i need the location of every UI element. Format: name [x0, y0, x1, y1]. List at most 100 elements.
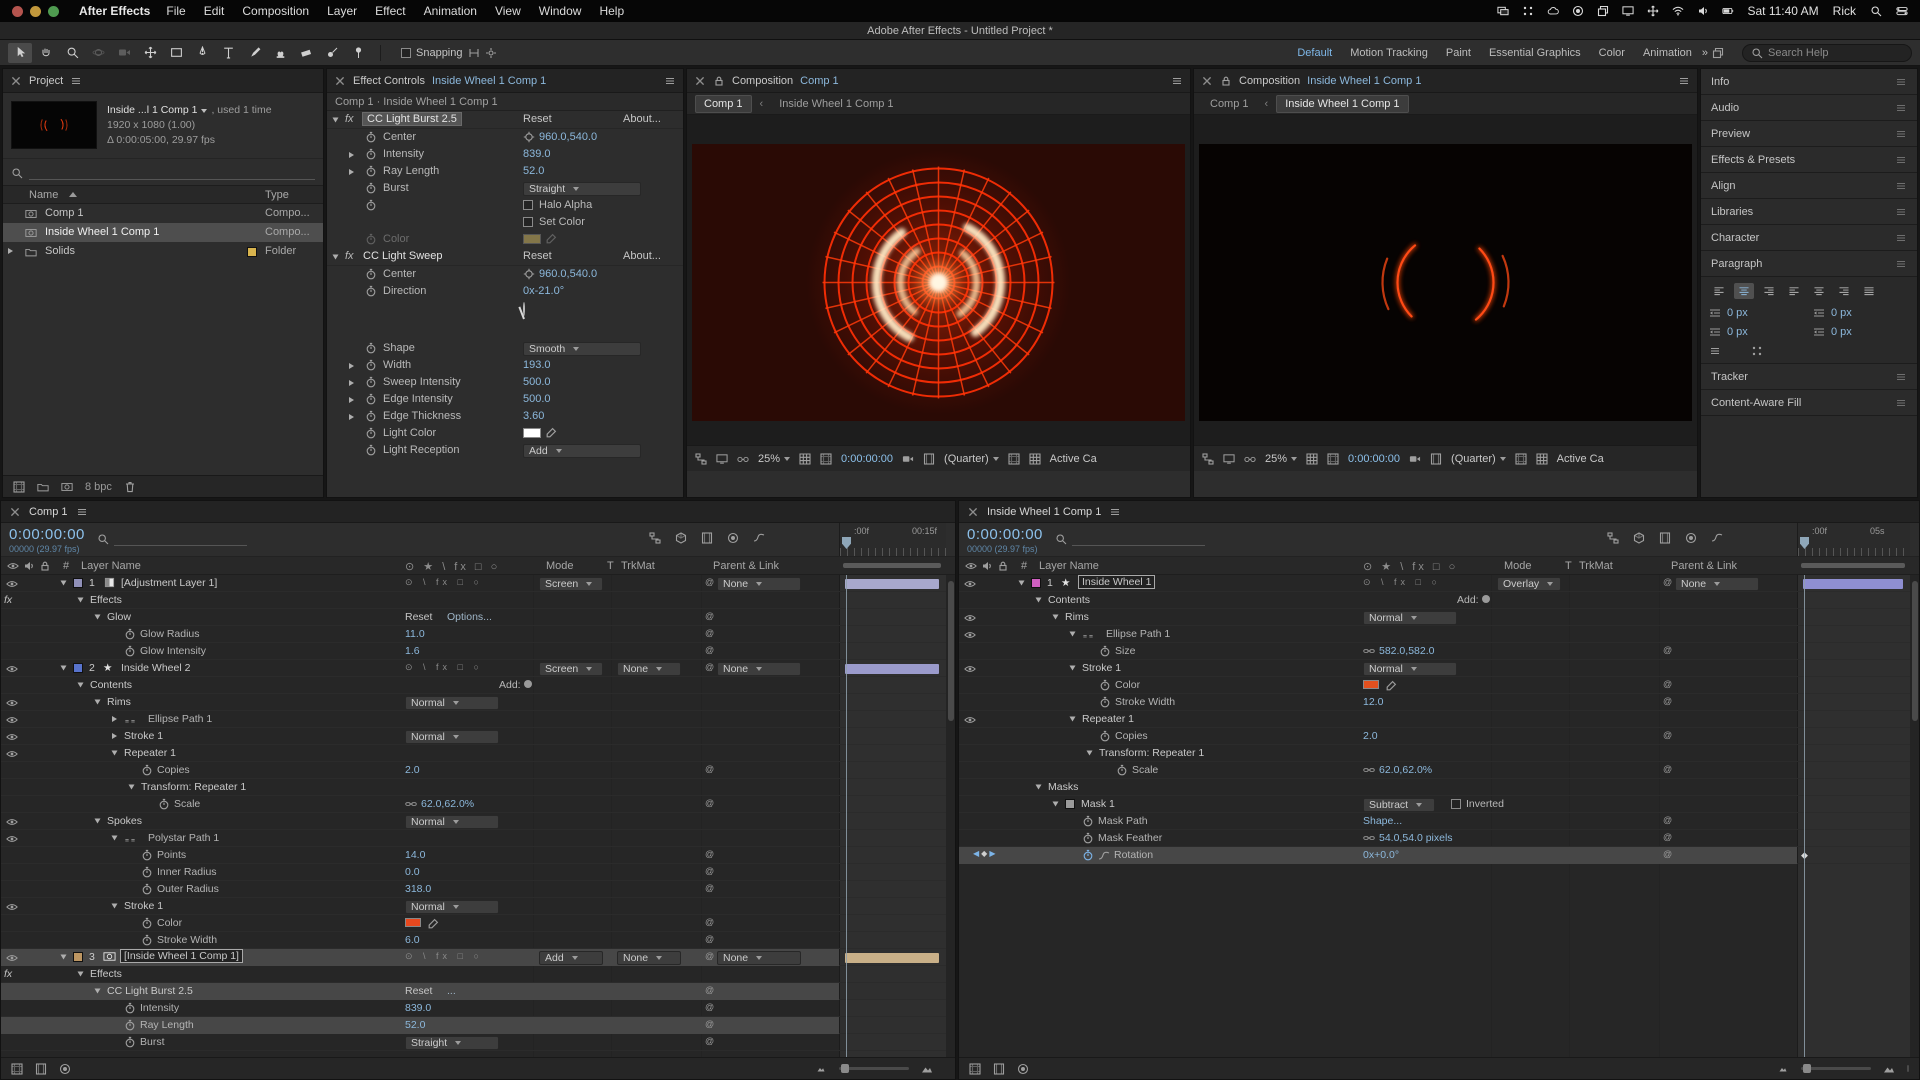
- angle-dial[interactable]: [523, 302, 525, 316]
- link-dimensions-icon[interactable]: [1363, 645, 1375, 657]
- close-icon[interactable]: [334, 75, 346, 87]
- property-row[interactable]: Points14.0@: [1, 847, 955, 864]
- property-row[interactable]: Intensity839.0@: [1, 1000, 955, 1017]
- group-row[interactable]: Stroke 1Normal: [1, 728, 955, 745]
- property-name[interactable]: Points: [157, 849, 186, 861]
- property-name[interactable]: Contents: [1048, 594, 1090, 606]
- dock-panel-audio[interactable]: Audio: [1701, 95, 1917, 121]
- add-property-menu[interactable]: Add:: [1457, 594, 1490, 606]
- trkmat-select[interactable]: None: [617, 951, 681, 965]
- visibility-toggle[interactable]: [6, 748, 18, 760]
- column-layer-name[interactable]: Layer Name: [1039, 560, 1099, 572]
- property-name[interactable]: Outer Radius: [157, 883, 219, 895]
- composition-name[interactable]: Inside Wheel 1 Comp 1: [1307, 75, 1421, 87]
- property-name[interactable]: Transform: Repeater 1: [1099, 747, 1204, 759]
- viewport[interactable]: 25% 0:00:00:00 (Quarter) Active Ca: [687, 115, 1190, 471]
- hand-tool[interactable]: [34, 43, 58, 63]
- dock-panel-effects-presets[interactable]: Effects & Presets: [1701, 147, 1917, 173]
- layer-duration-bar[interactable]: [1803, 579, 1903, 589]
- effect-parameter-row[interactable]: Intensity839.0: [327, 146, 683, 163]
- property-row[interactable]: Stroke Width6.0@: [1, 932, 955, 949]
- comp-crumb-inside-wheel-1-comp-1[interactable]: Inside Wheel 1 Comp 1: [1276, 95, 1408, 113]
- pickwhip-icon[interactable]: @: [705, 628, 714, 638]
- timeline-search[interactable]: [97, 532, 247, 546]
- snapping-checkbox[interactable]: [401, 48, 411, 58]
- pickwhip-icon[interactable]: @: [705, 577, 714, 587]
- property-name[interactable]: Rims: [107, 696, 131, 708]
- motion-blur-icon[interactable]: [727, 532, 739, 544]
- property-name[interactable]: Effects: [90, 594, 122, 606]
- mask-visibility-icon[interactable]: [820, 453, 832, 465]
- effect-parameter-row[interactable]: Ray Length52.0: [327, 163, 683, 180]
- dock-panel-info[interactable]: Info: [1701, 69, 1917, 95]
- panel-menu-icon[interactable]: [664, 75, 676, 87]
- column-layer-name[interactable]: Layer Name: [81, 560, 141, 572]
- dock-panel-tracker[interactable]: Tracker: [1701, 364, 1917, 390]
- twirl-toggle[interactable]: [95, 989, 101, 994]
- mask-inverted-toggle[interactable]: Inverted: [1451, 798, 1504, 810]
- twirl-toggle[interactable]: [112, 716, 117, 722]
- draft-3d-icon[interactable]: [1633, 532, 1645, 544]
- menu-file[interactable]: File: [166, 4, 185, 18]
- property-name[interactable]: Copies: [1115, 730, 1148, 742]
- property-value[interactable]: 0x+0.0°: [1363, 849, 1399, 861]
- dock-panel-content-aware-fill[interactable]: Content-Aware Fill: [1701, 390, 1917, 416]
- pickwhip-icon[interactable]: @: [705, 764, 714, 774]
- align-jc-button[interactable]: [1809, 283, 1829, 299]
- effect-parameter-row[interactable]: BurstStraight: [327, 180, 683, 197]
- property-value[interactable]: 54.0,54.0 pixels: [1363, 832, 1453, 844]
- property-name[interactable]: Copies: [157, 764, 190, 776]
- parameter-select[interactable]: Add: [523, 444, 641, 458]
- pickwhip-icon[interactable]: @: [705, 798, 714, 808]
- pickwhip-icon[interactable]: @: [705, 1036, 714, 1046]
- transparency-grid-icon[interactable]: [1029, 453, 1041, 465]
- parent-select[interactable]: None: [1675, 577, 1759, 591]
- effect-about-link[interactable]: About...: [623, 113, 661, 125]
- timeline-zoom-slider[interactable]: [1801, 1067, 1871, 1070]
- mask-visibility-icon[interactable]: [1327, 453, 1339, 465]
- property-value[interactable]: 62.0,62.0%: [1363, 764, 1432, 776]
- property-name[interactable]: Rotation: [1114, 849, 1153, 861]
- project-tab[interactable]: Project: [29, 75, 63, 87]
- twirl-toggle[interactable]: [1070, 632, 1076, 637]
- group-row[interactable]: Contents Add:: [959, 592, 1919, 609]
- layer-duration-bar[interactable]: [845, 664, 939, 674]
- layer-row[interactable]: 3[Inside Wheel 1 Comp 1]⊙ \ fx □ ○AddNon…: [1, 949, 955, 966]
- color-swatch[interactable]: [405, 918, 421, 927]
- stopwatch-icon[interactable]: [365, 410, 377, 422]
- frame-blend-footer-icon[interactable]: [35, 1063, 47, 1075]
- new-folder-icon[interactable]: [37, 481, 49, 493]
- motion-blur-footer-icon[interactable]: [59, 1063, 71, 1075]
- group-row[interactable]: SpokesNormal: [1, 813, 955, 830]
- project-item-row[interactable]: Comp 1Compo...: [3, 204, 323, 223]
- help-search-field[interactable]: Search Help: [1742, 44, 1912, 62]
- column-t[interactable]: T: [1565, 560, 1572, 572]
- stopwatch-icon[interactable]: [124, 628, 136, 640]
- pickwhip-icon[interactable]: @: [1663, 730, 1672, 740]
- layer-switches[interactable]: ⊙ \ fx □ ○: [1363, 577, 1441, 588]
- panel-menu-icon[interactable]: [70, 75, 82, 87]
- paragraph-indent-field[interactable]: 0 px: [1709, 326, 1787, 338]
- property-name[interactable]: Masks: [1048, 781, 1078, 793]
- parameter-value[interactable]: 3.60: [523, 410, 544, 422]
- twirl-toggle[interactable]: [1070, 666, 1076, 671]
- blend-mode-select[interactable]: Normal: [405, 696, 499, 710]
- work-area-bar[interactable]: [1801, 563, 1905, 568]
- current-time-display[interactable]: 0:00:00:00: [967, 526, 1043, 543]
- property-name[interactable]: Mask Path: [1098, 815, 1148, 827]
- workspace-color[interactable]: Color: [1599, 47, 1625, 59]
- close-icon[interactable]: [694, 75, 706, 87]
- twirl-toggle[interactable]: [112, 751, 118, 756]
- snapshot-icon[interactable]: [902, 453, 914, 465]
- eyedropper-icon[interactable]: [545, 427, 557, 439]
- stopwatch-icon[interactable]: [365, 182, 377, 194]
- property-row[interactable]: Outer Radius318.0@: [1, 881, 955, 898]
- zoom-select[interactable]: 25%: [758, 453, 790, 465]
- property-value[interactable]: 62.0,62.0%: [405, 798, 474, 810]
- twirl-toggle[interactable]: [349, 380, 354, 386]
- external-display-icon[interactable]: [1622, 5, 1634, 17]
- twirl-toggle[interactable]: [112, 904, 118, 909]
- visibility-toggle[interactable]: [6, 816, 18, 828]
- stopwatch-icon[interactable]: [365, 165, 377, 177]
- dock-panel-libraries[interactable]: Libraries: [1701, 199, 1917, 225]
